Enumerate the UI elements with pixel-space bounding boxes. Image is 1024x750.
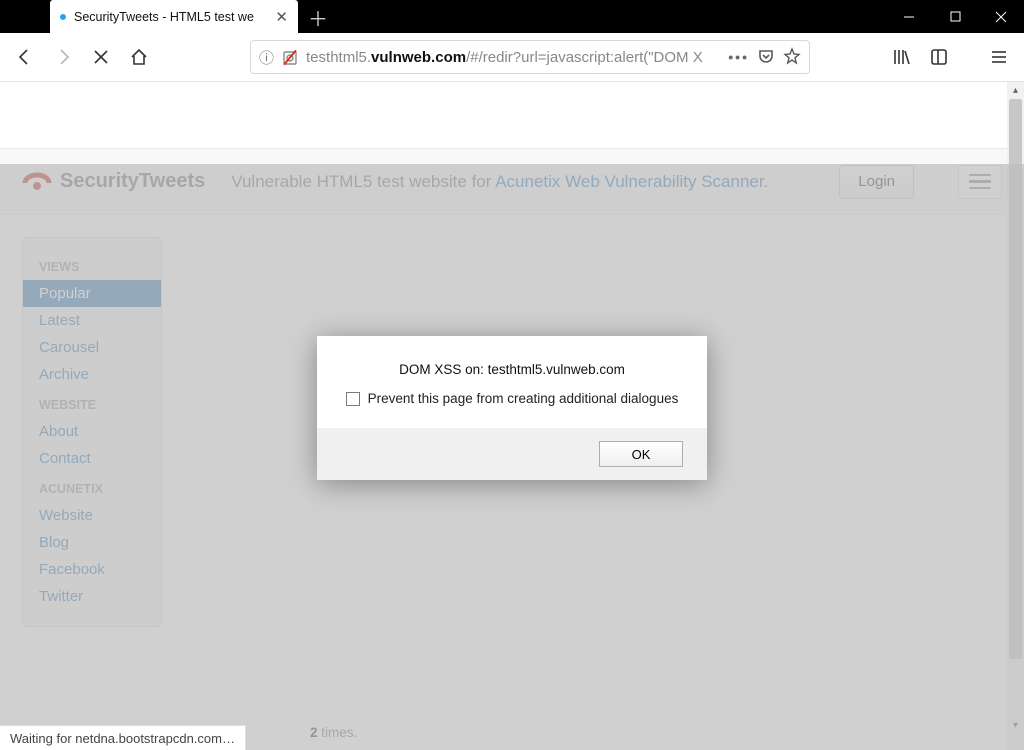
status-text: Waiting for netdna.bootstrapcdn.com…: [10, 731, 235, 746]
window-maximize-button[interactable]: [932, 0, 978, 33]
bookmark-star-icon[interactable]: [783, 47, 801, 68]
tab-title: SecurityTweets - HTML5 test we: [74, 10, 267, 24]
url-path: /#/redir?url=javascript:alert("DOM X: [466, 49, 703, 66]
browser-tab[interactable]: SecurityTweets - HTML5 test we ✕: [50, 0, 298, 33]
close-tab-icon[interactable]: ✕: [275, 8, 288, 26]
window-titlebar: SecurityTweets - HTML5 test we ✕ ＋: [0, 0, 1024, 33]
home-button[interactable]: [122, 40, 156, 74]
loading-indicator-icon: [60, 14, 66, 20]
tab-strip: SecurityTweets - HTML5 test we ✕ ＋: [0, 0, 332, 33]
site-info-icon[interactable]: ⓘ: [259, 47, 274, 68]
browser-viewport: SecurityTweets Vulnerable HTML5 test web…: [0, 82, 1024, 750]
url-host-domain: vulnweb.com: [371, 49, 466, 66]
url-host-prefix: testhtml5.: [306, 49, 371, 66]
url-text: testhtml5.vulnweb.com/#/redir?url=javasc…: [306, 49, 720, 66]
new-tab-button[interactable]: ＋: [304, 3, 332, 31]
back-button[interactable]: [8, 40, 42, 74]
forward-button[interactable]: [46, 40, 80, 74]
library-button[interactable]: [884, 40, 918, 74]
status-bar: Waiting for netdna.bootstrapcdn.com…: [0, 725, 246, 750]
pocket-icon[interactable]: [757, 47, 775, 68]
address-bar[interactable]: ⓘ testhtml5.vulnweb.com/#/redir?url=java…: [250, 40, 810, 74]
page-actions-icon[interactable]: •••: [728, 49, 749, 65]
permission-blocked-icon[interactable]: [282, 49, 298, 65]
prevent-dialogs-label: Prevent this page from creating addition…: [368, 391, 679, 406]
prevent-dialogs-checkbox[interactable]: [346, 392, 360, 406]
scroll-up-arrow-icon[interactable]: ▴: [1007, 82, 1024, 99]
modal-overlay: DOM XSS on: testhtml5.vulnweb.com Preven…: [0, 164, 1024, 750]
browser-toolbar: ⓘ testhtml5.vulnweb.com/#/redir?url=java…: [0, 33, 1024, 82]
window-minimize-button[interactable]: [886, 0, 932, 33]
alert-ok-button[interactable]: OK: [599, 441, 683, 467]
prevent-dialogs-option[interactable]: Prevent this page from creating addition…: [346, 391, 679, 406]
sidebars-button[interactable]: [922, 40, 956, 74]
stop-button[interactable]: [84, 40, 118, 74]
alert-body: DOM XSS on: testhtml5.vulnweb.com Preven…: [317, 336, 707, 428]
window-controls: [886, 0, 1024, 33]
app-menu-button[interactable]: [982, 40, 1016, 74]
alert-message: DOM XSS on: testhtml5.vulnweb.com: [399, 362, 625, 377]
alert-footer: OK: [317, 428, 707, 480]
window-close-button[interactable]: [978, 0, 1024, 33]
javascript-alert-dialog: DOM XSS on: testhtml5.vulnweb.com Preven…: [317, 336, 707, 480]
